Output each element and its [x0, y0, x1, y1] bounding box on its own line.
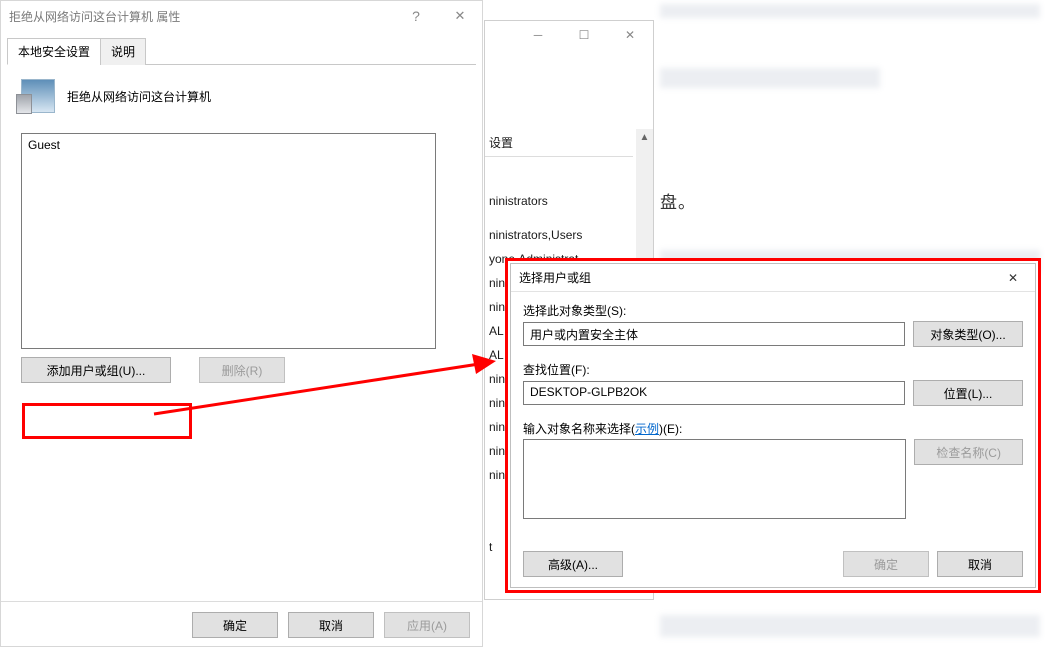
object-names-label: 输入对象名称来选择(示例)(E):: [523, 420, 1023, 437]
select-user-or-group-dialog: 选择用户或组 ✕ 选择此对象类型(S): 用户或内置安全主体 对象类型(O)..…: [505, 258, 1041, 593]
object-names-input[interactable]: [523, 439, 906, 519]
add-user-or-group-button[interactable]: 添加用户或组(U)...: [21, 357, 171, 383]
example-link[interactable]: 示例: [635, 422, 659, 436]
object-type-label: 选择此对象类型(S):: [523, 302, 1023, 319]
locations-button[interactable]: 位置(L)...: [913, 380, 1023, 406]
select-ok-button: 确定: [843, 551, 929, 577]
bg-column-header[interactable]: 设置: [485, 129, 633, 157]
check-names-button: 检查名称(C): [914, 439, 1023, 465]
select-dialog-titlebar[interactable]: 选择用户或组 ✕: [511, 264, 1035, 292]
cancel-button[interactable]: 取消: [288, 612, 374, 638]
select-cancel-button[interactable]: 取消: [937, 551, 1023, 577]
bg-max-button[interactable]: ☐: [561, 21, 607, 49]
advanced-button[interactable]: 高级(A)...: [523, 551, 623, 577]
location-label: 查找位置(F):: [523, 361, 1023, 378]
object-type-field: 用户或内置安全主体: [523, 322, 905, 346]
delete-button: 删除(R): [199, 357, 285, 383]
bg-row[interactable]: ninistrators: [485, 189, 633, 213]
close-button[interactable]: ✕: [438, 1, 482, 31]
user-list-item[interactable]: Guest: [28, 138, 429, 152]
apply-button: 应用(A): [384, 612, 470, 638]
bg-close-button[interactable]: ✕: [607, 21, 653, 49]
select-dialog-title: 选择用户或组: [519, 269, 591, 286]
scroll-up-icon[interactable]: ▲: [636, 129, 653, 146]
policy-icon: [21, 79, 55, 113]
titlebar[interactable]: 拒绝从网络访问这台计算机 属性 ? ✕: [1, 1, 482, 31]
tabs: 本地安全设置 说明: [7, 37, 476, 65]
properties-dialog: 拒绝从网络访问这台计算机 属性 ? ✕ 本地安全设置 说明 拒绝从网络访问这台计…: [0, 0, 483, 647]
tab-explain[interactable]: 说明: [100, 38, 146, 65]
tab-local-security[interactable]: 本地安全设置: [7, 38, 101, 65]
window-title: 拒绝从网络访问这台计算机 属性: [9, 8, 180, 25]
bg-row[interactable]: ninistrators,Users: [485, 223, 633, 247]
bg-min-button[interactable]: ─: [515, 21, 561, 49]
help-button[interactable]: ?: [394, 1, 438, 31]
select-dialog-close-button[interactable]: ✕: [991, 264, 1035, 292]
annotation-highlight-add: [22, 403, 192, 439]
object-types-button[interactable]: 对象类型(O)...: [913, 321, 1023, 347]
policy-name: 拒绝从网络访问这台计算机: [67, 88, 211, 105]
user-list[interactable]: Guest: [21, 133, 436, 349]
location-field: DESKTOP-GLPB2OK: [523, 381, 905, 405]
ok-button[interactable]: 确定: [192, 612, 278, 638]
background-text: 盘。: [660, 188, 696, 213]
